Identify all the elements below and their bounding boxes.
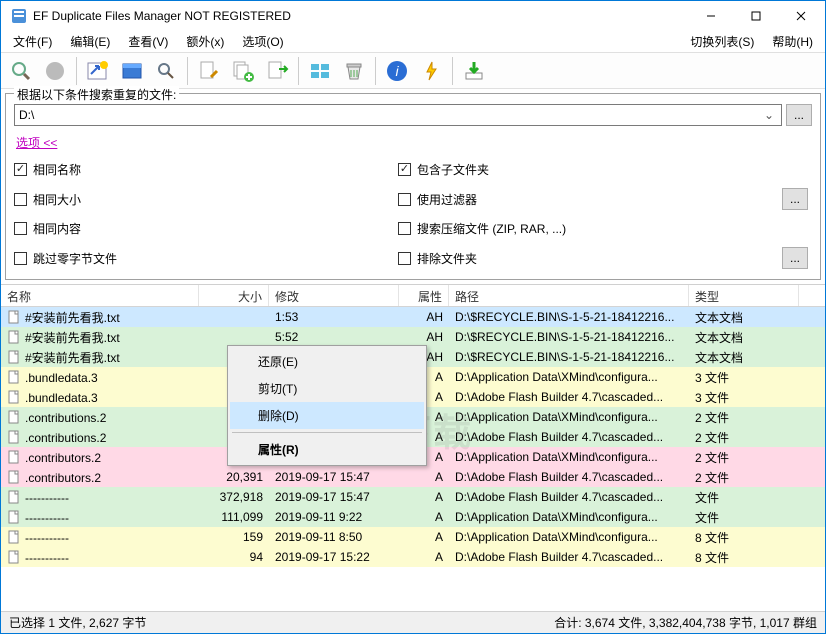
find-icon[interactable] bbox=[150, 55, 182, 87]
checkbox-exclude-folders[interactable]: 排除文件夹 bbox=[398, 250, 774, 267]
file-icon bbox=[7, 550, 21, 564]
context-menu: 还原(E) 剪切(T) 删除(D) 属性(R) bbox=[227, 345, 427, 466]
checkbox-use-filter[interactable]: 使用过滤器 bbox=[398, 191, 774, 208]
app-icon bbox=[11, 8, 27, 24]
file-icon bbox=[7, 470, 21, 484]
stop-icon[interactable] bbox=[39, 55, 71, 87]
chevron-down-icon[interactable]: ⌄ bbox=[761, 108, 777, 122]
path-combobox[interactable]: D:\ ⌄ bbox=[14, 104, 782, 126]
menu-edit[interactable]: 编辑(E) bbox=[62, 31, 118, 52]
export-icon[interactable] bbox=[261, 55, 293, 87]
checkbox-same-size[interactable]: 相同大小 bbox=[14, 191, 390, 208]
checkbox-include-sub[interactable]: 包含子文件夹 bbox=[398, 161, 774, 178]
close-button[interactable] bbox=[778, 2, 823, 30]
file-icon bbox=[7, 330, 21, 344]
menu-switchlist[interactable]: 切换列表(S) bbox=[682, 31, 762, 52]
menu-bar: 文件(F) 编辑(E) 查看(V) 额外(x) 选项(O) 切换列表(S) 帮助… bbox=[1, 31, 825, 53]
title-bar: EF Duplicate Files Manager NOT REGISTERE… bbox=[1, 1, 825, 31]
recycle-icon[interactable] bbox=[338, 55, 370, 87]
menu-help[interactable]: 帮助(H) bbox=[764, 31, 821, 52]
search-icon[interactable] bbox=[5, 55, 37, 87]
status-bar: 已选择 1 文件, 2,627 字节 合计: 3,674 文件, 3,382,4… bbox=[1, 611, 825, 633]
status-left: 已选择 1 文件, 2,627 字节 bbox=[9, 614, 146, 631]
file-icon bbox=[7, 530, 21, 544]
table-row[interactable]: -----------372,9182019-09-17 15:47AD:\Ad… bbox=[1, 487, 825, 507]
table-header: 名称 大小 修改 属性 路径 类型 bbox=[1, 285, 825, 307]
tiles-icon[interactable] bbox=[304, 55, 336, 87]
table-row[interactable]: .contributors.220,3912019-09-17 15:47AD:… bbox=[1, 467, 825, 487]
edit-icon[interactable] bbox=[193, 55, 225, 87]
add-file-icon[interactable] bbox=[227, 55, 259, 87]
file-icon bbox=[7, 350, 21, 364]
new-shortcut-icon[interactable] bbox=[82, 55, 114, 87]
file-icon bbox=[7, 390, 21, 404]
ctx-restore[interactable]: 还原(E) bbox=[230, 348, 424, 375]
ctx-cut[interactable]: 剪切(T) bbox=[230, 375, 424, 402]
download-icon[interactable] bbox=[458, 55, 490, 87]
col-name[interactable]: 名称 bbox=[1, 285, 199, 306]
table-row[interactable]: #安装前先看我.txt1:53AHD:\$RECYCLE.BIN\S-1-5-2… bbox=[1, 307, 825, 327]
search-panel: 根据以下条件搜索重复的文件: D:\ ⌄ ... 选项 << 相同名称 包含子文… bbox=[5, 93, 821, 280]
search-panel-title: 根据以下条件搜索重复的文件: bbox=[14, 86, 179, 103]
checkbox-same-content[interactable]: 相同内容 bbox=[14, 220, 390, 237]
col-date[interactable]: 修改 bbox=[269, 285, 399, 306]
checkbox-skip-zero[interactable]: 跳过零字节文件 bbox=[14, 250, 390, 267]
file-icon bbox=[7, 370, 21, 384]
menu-extra[interactable]: 额外(x) bbox=[178, 31, 232, 52]
minimize-button[interactable] bbox=[688, 2, 733, 30]
ctx-delete[interactable]: 删除(D) bbox=[230, 402, 424, 429]
checkbox-same-name[interactable]: 相同名称 bbox=[14, 161, 390, 178]
file-icon bbox=[7, 450, 21, 464]
menu-options[interactable]: 选项(O) bbox=[234, 31, 291, 52]
col-size[interactable]: 大小 bbox=[199, 285, 269, 306]
file-icon bbox=[7, 310, 21, 324]
info-icon[interactable]: i bbox=[381, 55, 413, 87]
bolt-icon[interactable] bbox=[415, 55, 447, 87]
window-title: EF Duplicate Files Manager NOT REGISTERE… bbox=[33, 9, 688, 23]
filter-browse-button[interactable]: ... bbox=[782, 188, 808, 210]
status-right: 合计: 3,674 文件, 3,382,404,738 字节, 1,017 群组 bbox=[554, 614, 817, 631]
table-row[interactable]: -----------1592019-09-11 8:50AD:\Applica… bbox=[1, 527, 825, 547]
menu-view[interactable]: 查看(V) bbox=[120, 31, 176, 52]
browse-button[interactable]: ... bbox=[786, 104, 812, 126]
table-row[interactable]: #安装前先看我.txt5:52AHD:\$RECYCLE.BIN\S-1-5-2… bbox=[1, 327, 825, 347]
col-path[interactable]: 路径 bbox=[449, 285, 689, 306]
maximize-button[interactable] bbox=[733, 2, 778, 30]
ctx-properties[interactable]: 属性(R) bbox=[230, 436, 424, 463]
file-icon bbox=[7, 490, 21, 504]
checkbox-search-archives[interactable]: 搜索压缩文件 (ZIP, RAR, ...) bbox=[398, 220, 774, 237]
menu-file[interactable]: 文件(F) bbox=[5, 31, 60, 52]
file-icon bbox=[7, 410, 21, 424]
exclude-browse-button[interactable]: ... bbox=[782, 247, 808, 269]
table-row[interactable]: -----------942019-09-17 15:22AD:\Adobe F… bbox=[1, 547, 825, 567]
table-row[interactable]: -----------111,0992019-09-11 9:22AD:\App… bbox=[1, 507, 825, 527]
file-icon bbox=[7, 510, 21, 524]
options-toggle-link[interactable]: 选项 << bbox=[16, 134, 57, 151]
ctx-separator bbox=[232, 432, 422, 433]
window-icon[interactable] bbox=[116, 55, 148, 87]
file-icon bbox=[7, 430, 21, 444]
col-type[interactable]: 类型 bbox=[689, 285, 799, 306]
path-value: D:\ bbox=[19, 108, 761, 122]
col-attr[interactable]: 属性 bbox=[399, 285, 449, 306]
toolbar: i bbox=[1, 53, 825, 89]
